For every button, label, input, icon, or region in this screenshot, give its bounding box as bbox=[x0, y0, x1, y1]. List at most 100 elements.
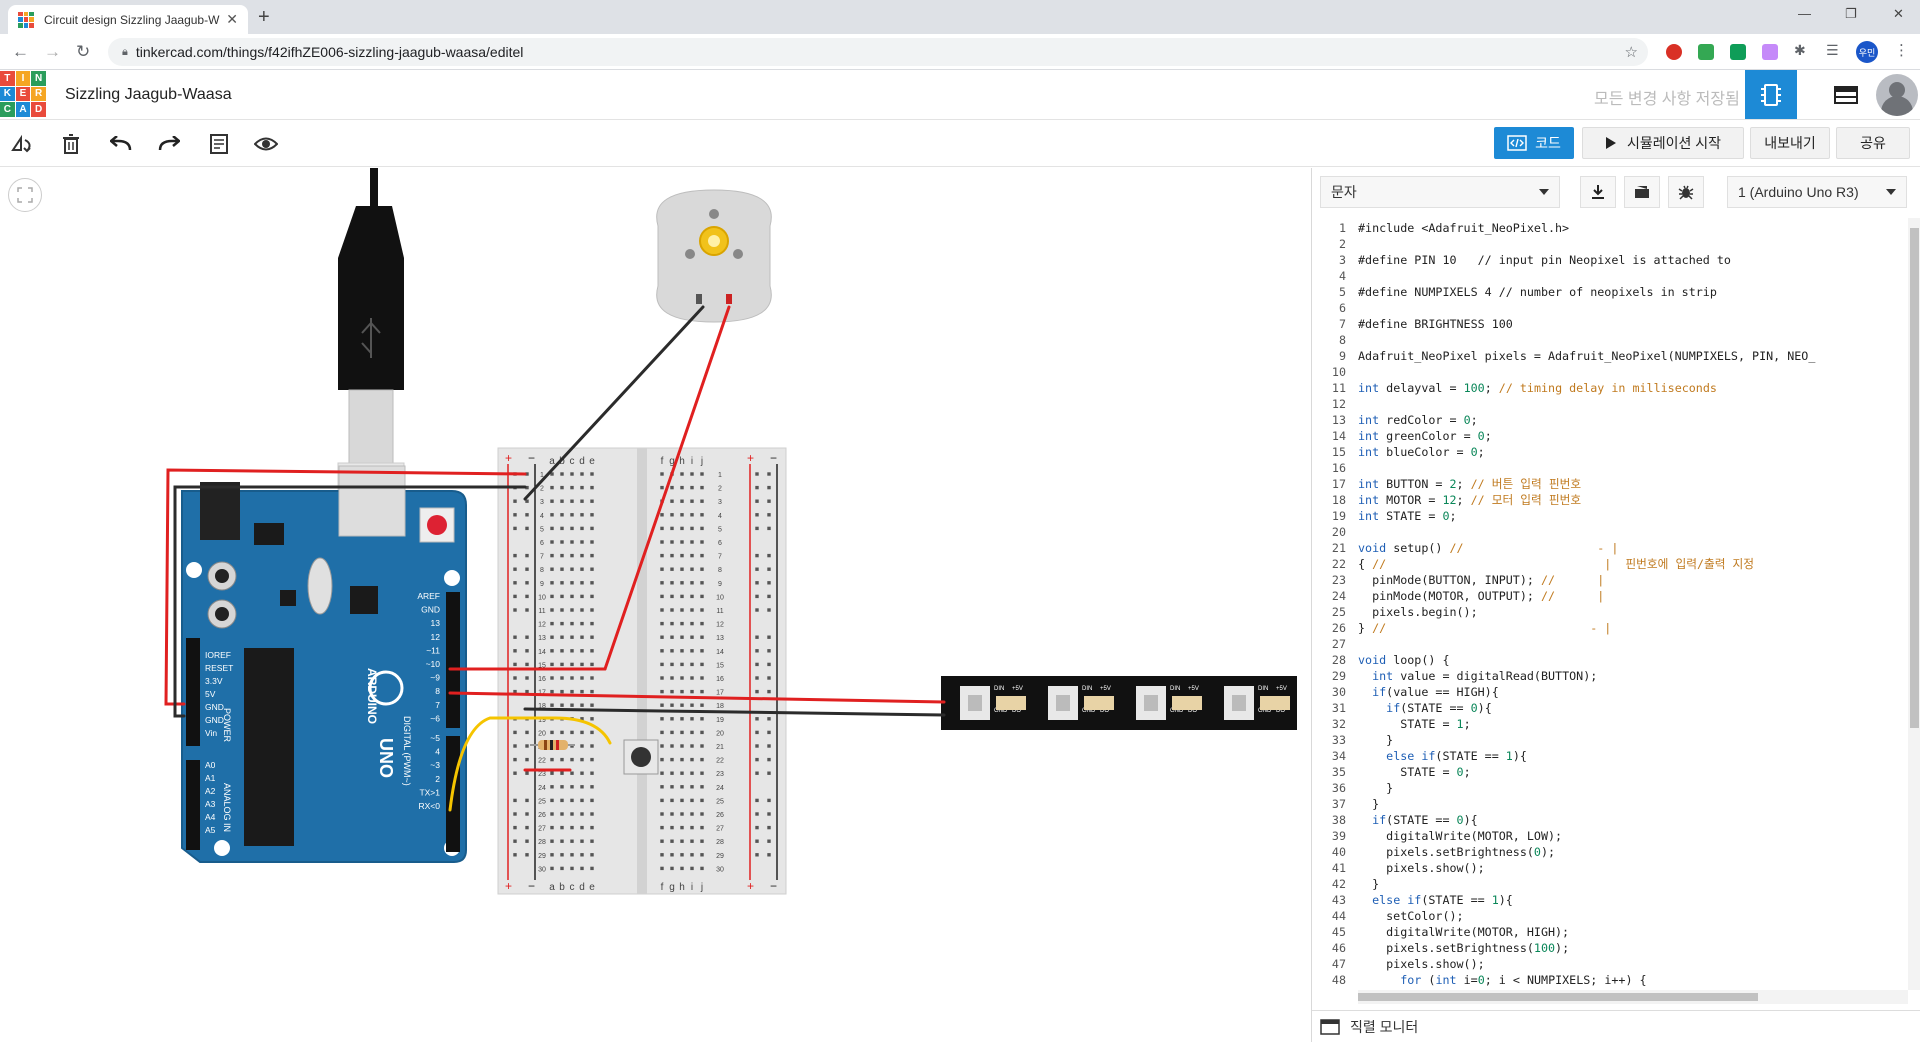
breadboard-hole[interactable] bbox=[767, 839, 771, 843]
breadboard-hole[interactable] bbox=[670, 581, 674, 585]
project-name[interactable]: Sizzling Jaagub-Waasa bbox=[65, 86, 232, 104]
breadboard-hole[interactable] bbox=[700, 649, 704, 653]
breadboard-hole[interactable] bbox=[560, 499, 564, 503]
breadboard-hole[interactable] bbox=[550, 567, 554, 571]
breadboard-hole[interactable] bbox=[680, 730, 684, 735]
breadboard-hole[interactable] bbox=[680, 513, 684, 517]
breadboard-hole[interactable] bbox=[580, 581, 584, 585]
breadboard-hole[interactable] bbox=[525, 812, 529, 816]
code-line[interactable]: 34 else if(STATE == 1){ bbox=[1312, 748, 1908, 764]
breadboard-hole[interactable] bbox=[680, 581, 684, 585]
breadboard-hole[interactable] bbox=[513, 812, 517, 816]
breadboard-hole[interactable] bbox=[690, 594, 694, 599]
breadboard-hole[interactable] bbox=[660, 798, 664, 803]
breadboard-hole[interactable] bbox=[580, 485, 584, 490]
close-tab-icon[interactable]: ✕ bbox=[226, 11, 238, 28]
breadboard-hole[interactable] bbox=[660, 540, 664, 544]
eye-icon[interactable] bbox=[253, 131, 279, 157]
breadboard-hole[interactable] bbox=[550, 676, 554, 680]
breadboard-hole[interactable] bbox=[660, 703, 664, 707]
code-line[interactable]: 13 int redColor = 0; bbox=[1312, 412, 1908, 428]
rotate-icon[interactable] bbox=[10, 131, 36, 157]
breadboard-hole[interactable] bbox=[767, 757, 771, 762]
breadboard-hole[interactable] bbox=[660, 472, 664, 476]
breadboard-hole[interactable] bbox=[525, 526, 529, 531]
breadboard-hole[interactable] bbox=[670, 635, 674, 639]
breadboard-hole[interactable] bbox=[660, 717, 664, 721]
breadboard-hole[interactable] bbox=[690, 540, 694, 544]
breadboard-hole[interactable] bbox=[700, 485, 704, 490]
breadboard-hole[interactable] bbox=[670, 825, 674, 830]
breadboard-hole[interactable] bbox=[580, 771, 584, 775]
breadboard-hole[interactable] bbox=[755, 825, 759, 830]
breadboard-hole[interactable] bbox=[755, 649, 759, 653]
breadboard-hole[interactable] bbox=[690, 567, 694, 571]
breadboard-hole[interactable] bbox=[670, 553, 674, 558]
breadboard-hole[interactable] bbox=[513, 581, 517, 585]
breadboard-hole[interactable] bbox=[560, 635, 564, 639]
breadboard-hole[interactable] bbox=[590, 853, 594, 857]
breadboard-hole[interactable] bbox=[700, 757, 704, 762]
breadboard-hole[interactable] bbox=[700, 472, 704, 476]
breadboard-hole[interactable] bbox=[560, 839, 564, 843]
breadboard-hole[interactable] bbox=[513, 553, 517, 558]
minimize-window-icon[interactable]: — bbox=[1798, 6, 1811, 21]
breadboard-hole[interactable] bbox=[580, 839, 584, 843]
breadboard-hole[interactable] bbox=[570, 730, 574, 735]
breadboard-hole[interactable] bbox=[680, 553, 684, 558]
breadboard-hole[interactable] bbox=[580, 853, 584, 857]
breadboard-hole[interactable] bbox=[700, 785, 704, 789]
breadboard-hole[interactable] bbox=[580, 635, 584, 639]
breadboard-hole[interactable] bbox=[570, 553, 574, 558]
breadboard-hole[interactable] bbox=[590, 635, 594, 639]
breadboard-hole[interactable] bbox=[560, 485, 564, 490]
breadboard-hole[interactable] bbox=[590, 798, 594, 803]
breadboard-hole[interactable] bbox=[580, 526, 584, 531]
browser-menu-icon[interactable]: ⋮ bbox=[1894, 41, 1910, 59]
code-line[interactable]: 39 digitalWrite(MOTOR, LOW); bbox=[1312, 828, 1908, 844]
breadboard-hole[interactable] bbox=[580, 730, 584, 735]
breadboard-hole[interactable] bbox=[755, 499, 759, 503]
breadboard-hole[interactable] bbox=[570, 621, 574, 626]
breadboard-hole[interactable] bbox=[755, 689, 759, 694]
code-line[interactable]: 12 bbox=[1312, 396, 1908, 412]
breadboard-hole[interactable] bbox=[525, 513, 529, 517]
breadboard-hole[interactable] bbox=[680, 825, 684, 830]
breadboard-hole[interactable] bbox=[570, 513, 574, 517]
breadboard-hole[interactable] bbox=[680, 839, 684, 843]
breadboard-hole[interactable] bbox=[767, 526, 771, 531]
breadboard-hole[interactable] bbox=[680, 757, 684, 762]
code-editor[interactable]: 1 #include <Adafruit_NeoPixel.h> 2 3 #define… bbox=[1312, 218, 1908, 990]
breadboard-hole[interactable] bbox=[660, 771, 664, 775]
breadboard-hole[interactable] bbox=[660, 689, 664, 694]
code-line[interactable]: 21 void setup() // - | bbox=[1312, 540, 1908, 556]
breadboard-hole[interactable] bbox=[513, 771, 517, 775]
breadboard-hole[interactable] bbox=[700, 771, 704, 775]
breadboard-hole[interactable] bbox=[525, 608, 529, 612]
breadboard-hole[interactable] bbox=[680, 717, 684, 721]
breadboard-hole[interactable] bbox=[660, 526, 664, 531]
arduino-uno[interactable]: IOREF RESET 3.3V 5V GND GND Vin A0 A1 A2 A3 A4 A5 ARE… bbox=[181, 465, 467, 863]
breadboard-hole[interactable] bbox=[590, 581, 594, 585]
circuit-view-button[interactable] bbox=[1745, 70, 1797, 119]
breadboard-hole[interactable] bbox=[670, 730, 674, 735]
breadboard-hole[interactable] bbox=[590, 526, 594, 531]
breadboard-hole[interactable] bbox=[525, 839, 529, 843]
breadboard-hole[interactable] bbox=[525, 553, 529, 558]
breadboard-hole[interactable] bbox=[560, 649, 564, 653]
breadboard-hole[interactable] bbox=[755, 812, 759, 816]
breadboard-hole[interactable] bbox=[560, 621, 564, 626]
breadboard-hole[interactable] bbox=[700, 689, 704, 694]
breadboard-hole[interactable] bbox=[525, 757, 529, 762]
breadboard-hole[interactable] bbox=[590, 662, 594, 667]
breadboard-hole[interactable] bbox=[670, 771, 674, 775]
code-line[interactable]: 44 setColor(); bbox=[1312, 908, 1908, 924]
breadboard-hole[interactable] bbox=[590, 866, 594, 871]
breadboard-hole[interactable] bbox=[580, 649, 584, 653]
breadboard-hole[interactable] bbox=[560, 866, 564, 871]
breadboard-hole[interactable] bbox=[560, 676, 564, 680]
breadboard-hole[interactable] bbox=[690, 513, 694, 517]
breadboard-hole[interactable] bbox=[755, 771, 759, 775]
breadboard-hole[interactable] bbox=[580, 785, 584, 789]
breadboard-hole[interactable] bbox=[590, 594, 594, 599]
